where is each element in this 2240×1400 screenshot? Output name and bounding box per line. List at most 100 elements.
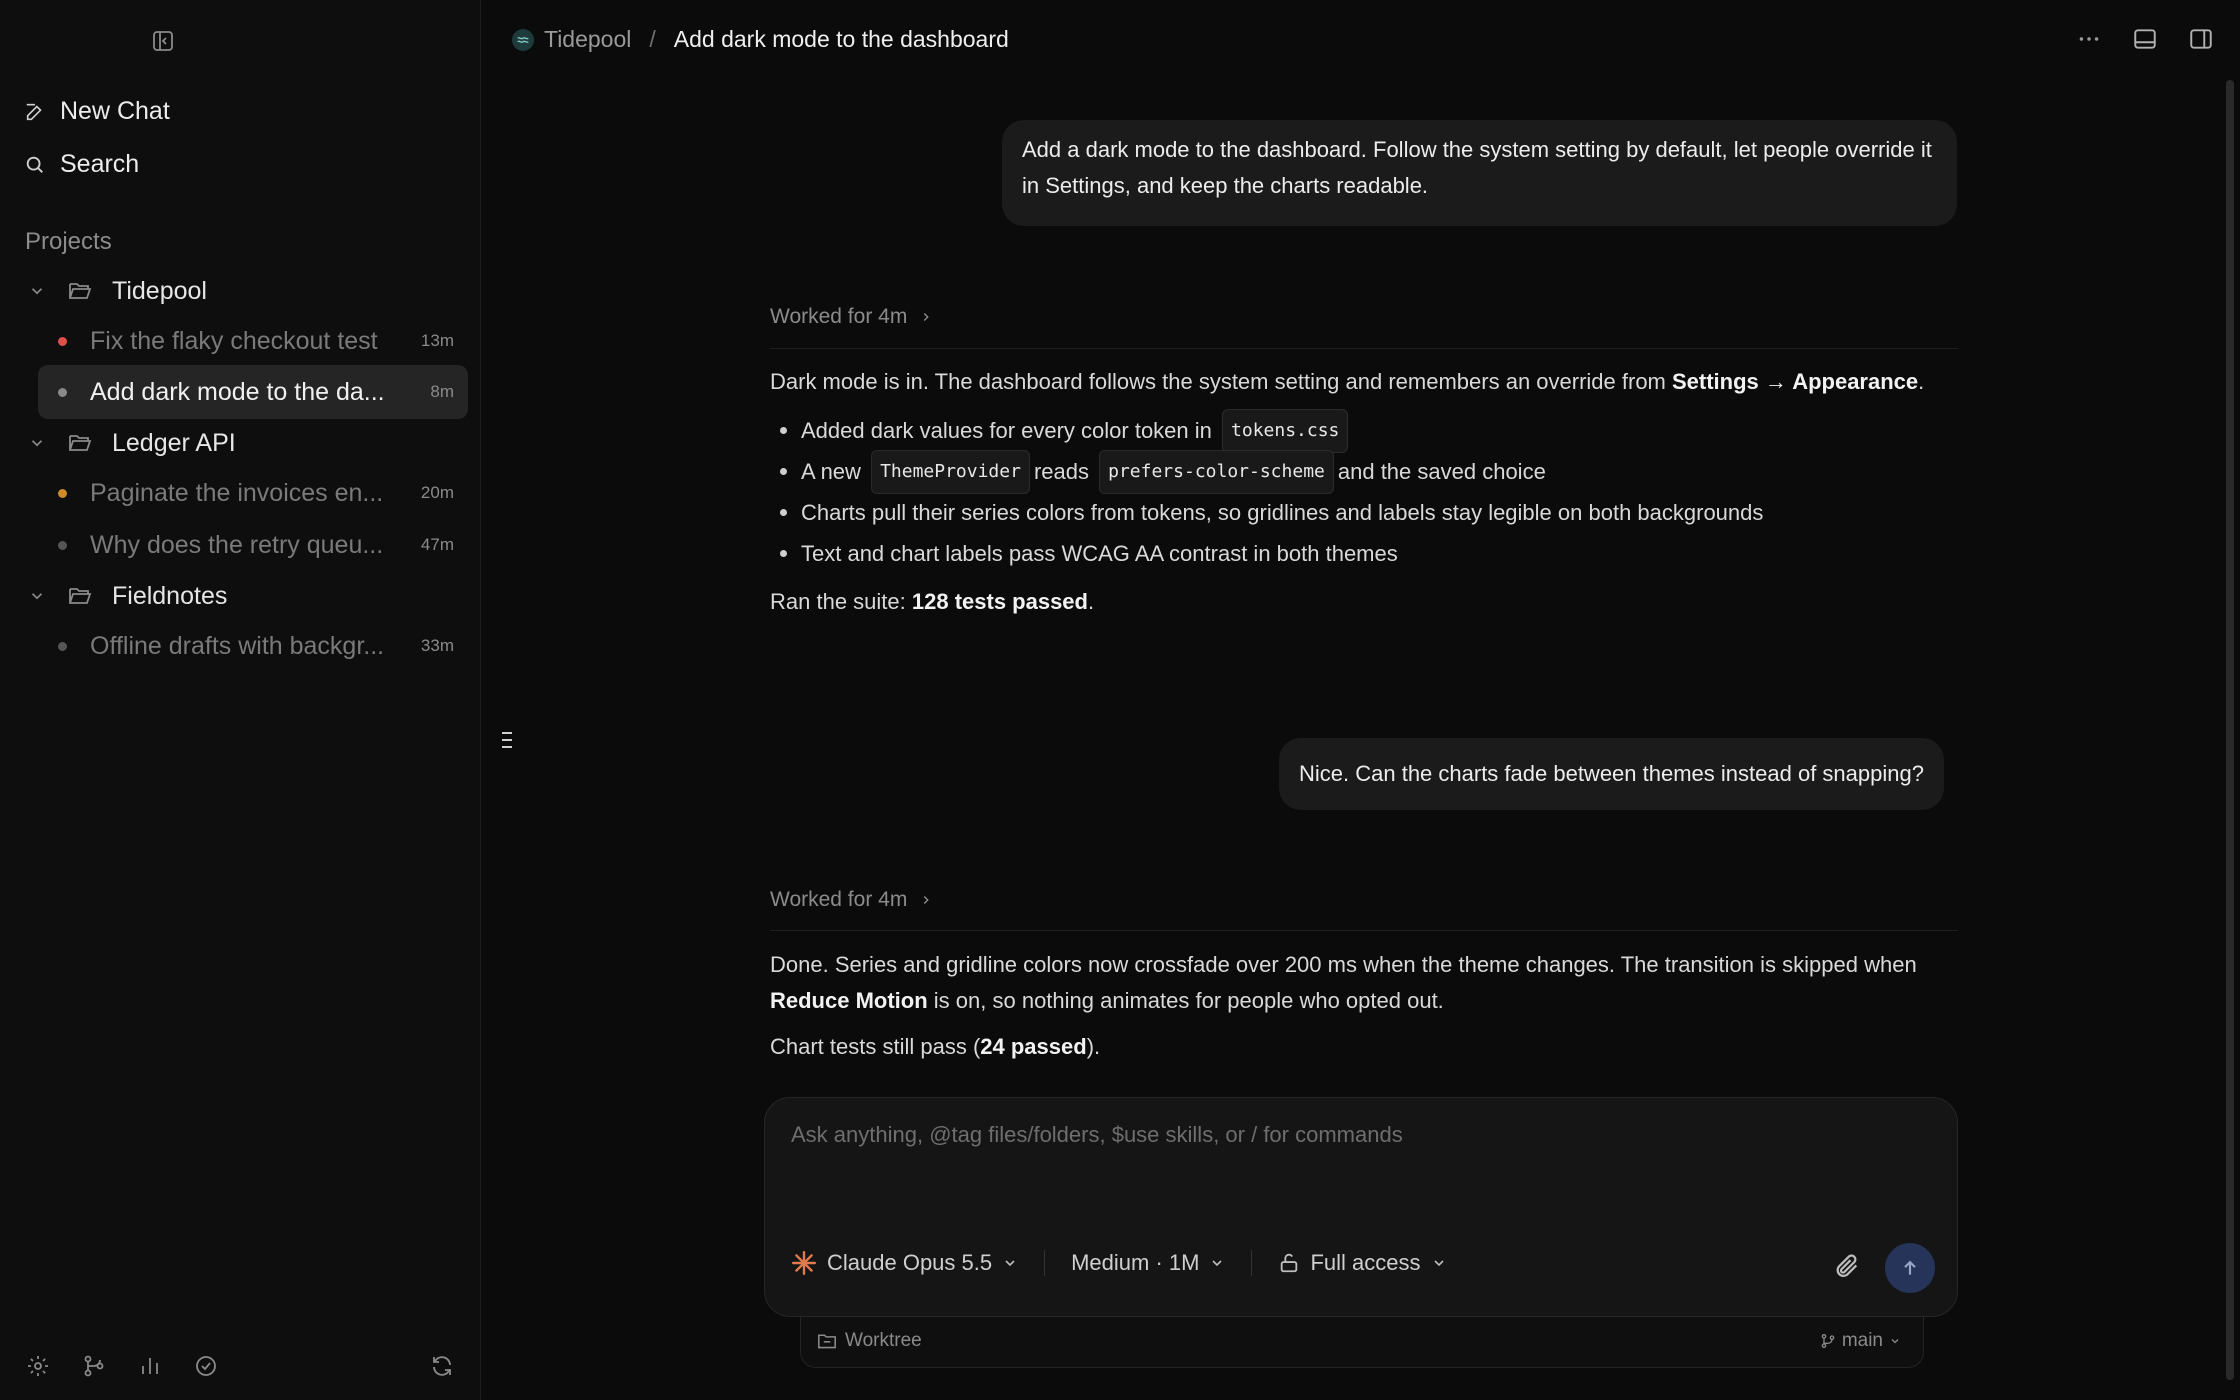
- text: A new: [801, 458, 861, 484]
- thread-item[interactable]: Offline drafts with backgr... 33m: [38, 619, 468, 673]
- thread-item-active[interactable]: Add dark mode to the da... 8m: [38, 365, 468, 419]
- chevron-down-icon: [31, 440, 43, 447]
- status-dot: [58, 641, 67, 651]
- search-icon: [26, 156, 43, 173]
- model-label: Claude Opus 5.5: [827, 1250, 993, 1275]
- project-tidepool[interactable]: Tidepool: [26, 269, 207, 313]
- text: and the saved choice: [1337, 458, 1546, 484]
- user-message: Add a dark mode to the dashboard. Follow…: [1002, 120, 1957, 226]
- search-button[interactable]: Search: [24, 150, 139, 179]
- refresh-button[interactable]: [430, 1354, 454, 1383]
- paperclip-icon: [1836, 1254, 1858, 1278]
- sidebar: New Chat Search Projects Tidepool Fix th…: [0, 0, 481, 1400]
- breadcrumb-separator: /: [649, 26, 656, 52]
- new-chat-label: New Chat: [60, 97, 170, 125]
- thread-age: 8m: [430, 382, 454, 401]
- status-dot: [58, 540, 67, 550]
- worktree-bar: Worktree main: [800, 1317, 1924, 1368]
- chevron-down-icon: [1212, 1260, 1223, 1267]
- text: Added dark values for every color token …: [801, 417, 1212, 443]
- chevron-right-icon: [924, 896, 930, 904]
- folder-open-icon: [69, 435, 92, 451]
- assistant-message: Dark mode is in. The dashboard follows t…: [770, 364, 1960, 620]
- divider: [770, 930, 1958, 931]
- text: Text and chart labels pass WCAG AA contr…: [801, 540, 1398, 566]
- paragraph: Ran the suite: 128 tests passed.: [770, 584, 1960, 620]
- gear-icon[interactable]: [26, 1354, 50, 1378]
- chevron-down-icon: [1005, 1260, 1015, 1267]
- thread-title: Add dark mode to the da...: [90, 377, 385, 406]
- arrow-up-icon: [1904, 1260, 1916, 1275]
- project-logo-icon: [512, 28, 534, 51]
- access-selector[interactable]: Full access: [1278, 1250, 1446, 1276]
- more-icon[interactable]: [2076, 26, 2102, 52]
- bullet-list: Added dark values for every color token …: [770, 408, 1960, 574]
- bottom-panel-icon[interactable]: [2132, 26, 2158, 52]
- breadcrumb: Tidepool / Add dark mode to the dashboar…: [512, 26, 1009, 53]
- thread-age: 47m: [420, 535, 454, 554]
- text: ).: [1086, 1034, 1101, 1059]
- worked-label: Worked for 4m: [770, 305, 908, 328]
- worked-toggle[interactable]: Worked for 4m: [770, 888, 933, 912]
- model-selector[interactable]: Claude Opus 5.5: [791, 1250, 1018, 1276]
- status-dot: [58, 488, 67, 498]
- thread-item[interactable]: Why does the retry queu... 47m: [38, 518, 468, 572]
- bar-chart-icon[interactable]: [138, 1354, 162, 1378]
- thread-item[interactable]: Paginate the invoices en... 20m: [38, 466, 468, 520]
- list-item: A new ThemeProvider reads prefers-color-s…: [770, 449, 1960, 494]
- text: Chart tests still pass (: [770, 1034, 981, 1059]
- text: Dark mode is in. The dashboard follows t…: [770, 369, 1672, 394]
- inline-code: ThemeProvider: [871, 449, 1030, 494]
- text: is on, so nothing animates for people wh…: [927, 988, 1444, 1013]
- user-message: Nice. Can the charts fade between themes…: [1279, 738, 1944, 810]
- side-panel-icon[interactable]: [2188, 26, 2214, 52]
- status-dot: [58, 387, 67, 397]
- branch-label: main: [1841, 1330, 1883, 1351]
- prompt-input[interactable]: [791, 1122, 1891, 1148]
- list-item: Text and chart labels pass WCAG AA contr…: [770, 533, 1960, 574]
- chevron-down-icon: [1891, 1339, 1899, 1344]
- status-dot: [58, 336, 67, 346]
- git-branch-icon[interactable]: [82, 1354, 106, 1378]
- separator: [1251, 1250, 1253, 1276]
- thread-title: Paginate the invoices en...: [90, 478, 384, 507]
- thread-age: 33m: [420, 636, 454, 655]
- paragraph: Chart tests still pass (24 passed).: [770, 1029, 1960, 1065]
- check-circle-icon[interactable]: [194, 1354, 218, 1378]
- project-name: Ledger API: [112, 428, 236, 457]
- chevron-down-icon: [31, 593, 43, 600]
- effort-selector[interactable]: Medium · 1M: [1071, 1250, 1225, 1276]
- breadcrumb-project[interactable]: Tidepool: [544, 26, 631, 53]
- scrollbar[interactable]: [2226, 80, 2234, 1380]
- thread-item[interactable]: Fix the flaky checkout test 13m: [38, 314, 468, 368]
- text: Charts pull their series colors from tok…: [801, 499, 1764, 525]
- worked-toggle[interactable]: Worked for 4m: [770, 305, 933, 329]
- project-name: Fieldnotes: [112, 581, 228, 610]
- attach-button[interactable]: [1833, 1252, 1861, 1285]
- divider: [770, 348, 1958, 349]
- paragraph: Dark mode is in. The dashboard follows t…: [770, 364, 1960, 400]
- unlock-icon: [1281, 1253, 1298, 1273]
- collapse-sidebar-button[interactable]: [148, 28, 178, 54]
- access-label: Full access: [1310, 1250, 1421, 1275]
- branch-selector[interactable]: main: [1820, 1330, 1901, 1352]
- chevron-down-icon: [31, 288, 43, 295]
- text: Ran the suite:: [770, 589, 912, 614]
- resize-grip-icon[interactable]: [500, 730, 514, 755]
- project-fieldnotes[interactable]: Fieldnotes: [26, 574, 227, 618]
- inline-code: tokens.css: [1222, 408, 1349, 453]
- worktree-label: Worktree: [845, 1330, 922, 1351]
- list-item: Added dark values for every color token …: [770, 408, 1960, 453]
- folder-open-icon: [69, 588, 92, 604]
- chevron-down-icon: [1433, 1260, 1444, 1267]
- send-button[interactable]: [1885, 1243, 1935, 1293]
- new-chat-button[interactable]: New Chat: [24, 97, 170, 126]
- search-label: Search: [60, 150, 140, 178]
- compose-icon: [26, 103, 42, 120]
- bold-text: 128 tests passed: [911, 589, 1088, 614]
- thread-title: Why does the retry queu...: [90, 530, 384, 559]
- project-ledger-api[interactable]: Ledger API: [26, 421, 236, 465]
- page-title: Add dark mode to the dashboard: [673, 26, 1009, 52]
- worktree-button[interactable]: Worktree: [817, 1330, 922, 1352]
- inline-code: prefers-color-scheme: [1099, 449, 1334, 494]
